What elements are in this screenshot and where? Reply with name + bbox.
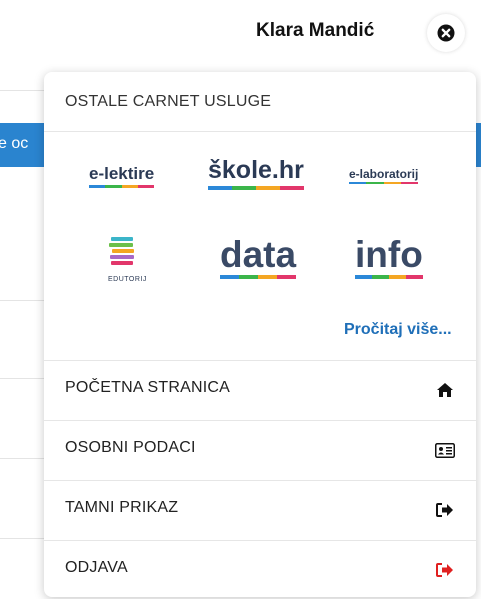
edutorij-logo[interactable]: EDUTORIJ <box>108 236 146 283</box>
books-icon <box>109 237 134 265</box>
data-logo[interactable]: data <box>220 236 296 279</box>
menu-item-label: ODJAVA <box>65 559 128 576</box>
menu-item-home[interactable]: POČETNA STRANICA <box>44 360 476 420</box>
background-divider <box>0 378 44 379</box>
menu-item-personal-data[interactable]: OSOBNI PODACI <box>44 420 476 480</box>
background-button-fragment: e oc <box>0 123 44 167</box>
sign-out-icon <box>434 499 456 521</box>
services-heading: OSTALE CARNET USLUGE <box>65 93 272 110</box>
menu-item-logout[interactable]: ODJAVA <box>44 540 476 599</box>
e-laboratorij-logo[interactable]: e-laboratorij <box>349 167 419 184</box>
user-name: Klara Mandić <box>256 20 375 41</box>
sign-out-icon <box>434 559 456 581</box>
user-dropdown-menu: OSTALE CARNET USLUGE e-lektire škole.hr … <box>44 72 476 597</box>
background-divider <box>0 90 44 91</box>
id-card-icon <box>434 439 456 461</box>
background-divider <box>0 300 44 301</box>
menu-item-label: TAMNI PRIKAZ <box>65 499 179 516</box>
menu-item-label: OSOBNI PODACI <box>65 439 196 456</box>
e-lektire-logo[interactable]: e-lektire <box>89 164 154 188</box>
menu-divider <box>44 131 476 132</box>
background-divider <box>0 538 44 539</box>
read-more-link[interactable]: Pročitaj više... <box>344 321 452 339</box>
skole-hr-logo[interactable]: škole.hr <box>208 156 304 190</box>
close-menu-button[interactable] <box>427 14 465 52</box>
menu-item-label: POČETNA STRANICA <box>65 379 231 396</box>
home-icon <box>434 379 456 401</box>
info-logo[interactable]: info <box>355 236 423 279</box>
close-icon <box>437 24 455 42</box>
menu-item-dark-mode[interactable]: TAMNI PRIKAZ <box>44 480 476 540</box>
background-divider <box>0 458 44 459</box>
